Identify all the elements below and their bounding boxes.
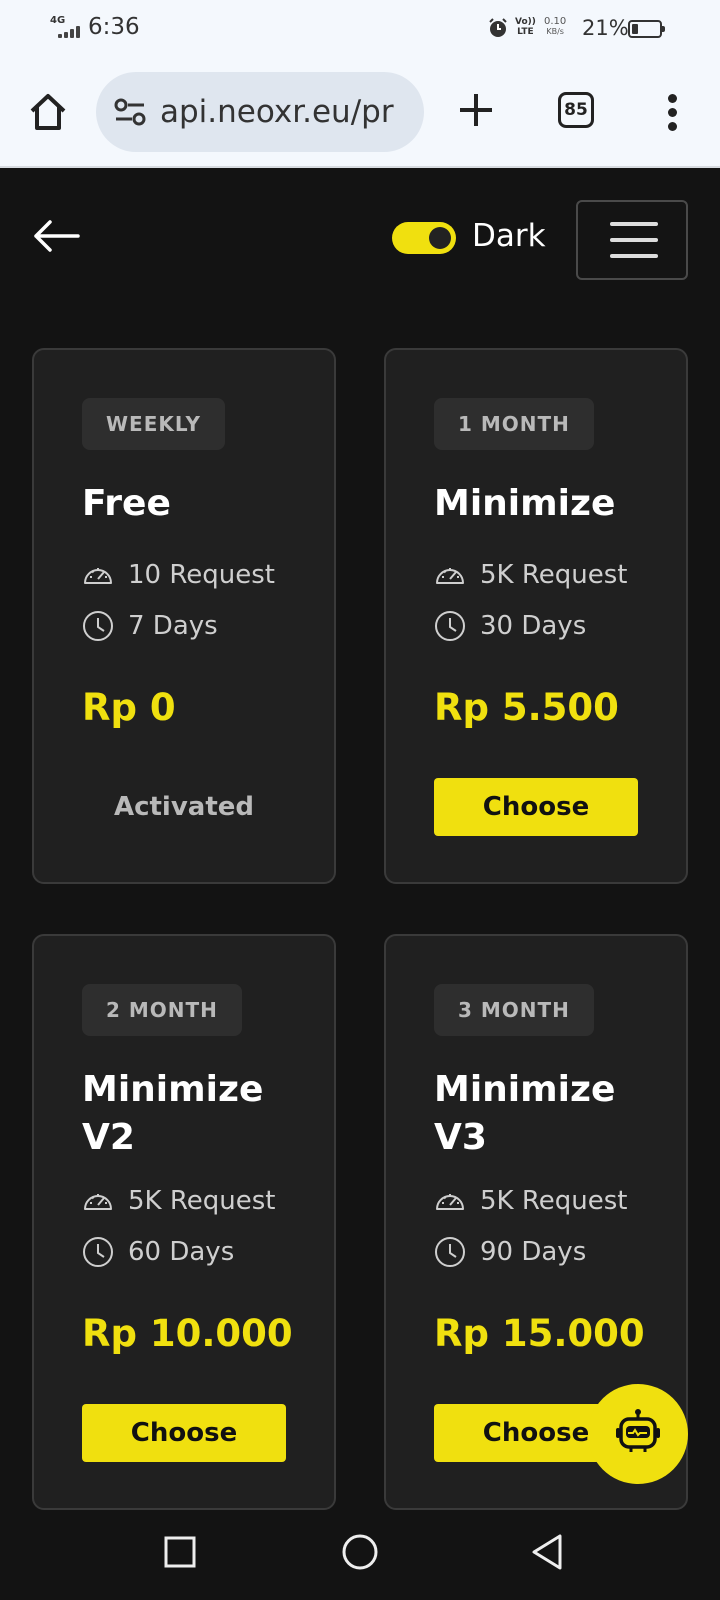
speedometer-icon [436,1194,464,1210]
plan-card-weekly: WEEKLY Free 10 Request 7 Days Rp 0 Activ… [32,348,336,884]
system-navigation-bar [0,1510,720,1600]
battery-percent: 21% [582,16,629,40]
clock: 6:36 [88,14,140,40]
speedometer-icon [436,568,464,584]
battery-icon [628,20,665,38]
status-bar: 4G 6:36 Vo)) LTE 0.10 KB/s 21% [0,0,720,60]
plan-name: Minimize V2 [82,1069,264,1158]
plan-price: Rp 10.000 [82,1312,293,1355]
dark-mode-label: Dark [472,218,546,254]
choose-button[interactable]: Choose [82,1404,286,1462]
plan-badge: 2 MONTH [82,984,242,1036]
plan-badge: 3 MONTH [434,984,594,1036]
volte-indicator: Vo)) LTE [515,17,536,37]
plan-card-2-month: 2 MONTH Minimize V2 5K Request 60 Days R… [32,934,336,1510]
clock-icon [83,1237,113,1267]
clock-icon [435,1237,465,1267]
new-tab-icon[interactable] [458,92,494,128]
toggle-knob [429,227,451,249]
more-options-icon[interactable] [664,92,680,132]
home-nav-icon[interactable] [338,1530,382,1574]
browser-toolbar: api.neoxr.eu/pr 85 [0,60,720,168]
plan-name: Free [82,483,171,524]
tab-switcher-button[interactable]: 85 [558,92,594,128]
signal-icon [58,26,82,38]
plan-name: Minimize V3 [434,1069,616,1158]
robot-icon [616,1409,660,1452]
plan-price: Rp 5.500 [434,686,619,729]
network-type: 4G [50,15,66,26]
plan-card-1-month: 1 MONTH Minimize 5K Request 30 Days Rp 5… [384,348,688,884]
plan-badge: 1 MONTH [434,398,594,450]
home-icon[interactable] [26,90,70,134]
plan-badge: WEEKLY [82,398,225,450]
plan-price: Rp 15.000 [434,1312,645,1355]
dark-mode-toggle[interactable] [392,222,456,254]
alarm-icon [489,18,507,37]
speedometer-icon [84,1194,112,1210]
address-bar[interactable]: api.neoxr.eu/pr [96,72,424,152]
clock-icon [435,611,465,641]
chatbot-button[interactable] [588,1384,688,1484]
speedometer-icon [84,568,112,584]
plan-name: Minimize [434,483,616,524]
site-settings-icon[interactable] [114,98,146,126]
recents-icon[interactable] [158,1530,202,1574]
hamburger-menu-button[interactable] [576,200,688,280]
activated-label: Activated [113,792,255,822]
network-speed: 0.10 KB/s [544,16,567,37]
back-nav-icon[interactable] [526,1530,570,1574]
clock-icon [83,611,113,641]
url-text[interactable]: api.neoxr.eu/pr [160,94,410,130]
choose-button[interactable]: Choose [434,778,638,836]
plan-price: Rp 0 [82,686,176,729]
back-arrow-icon[interactable] [30,212,82,260]
